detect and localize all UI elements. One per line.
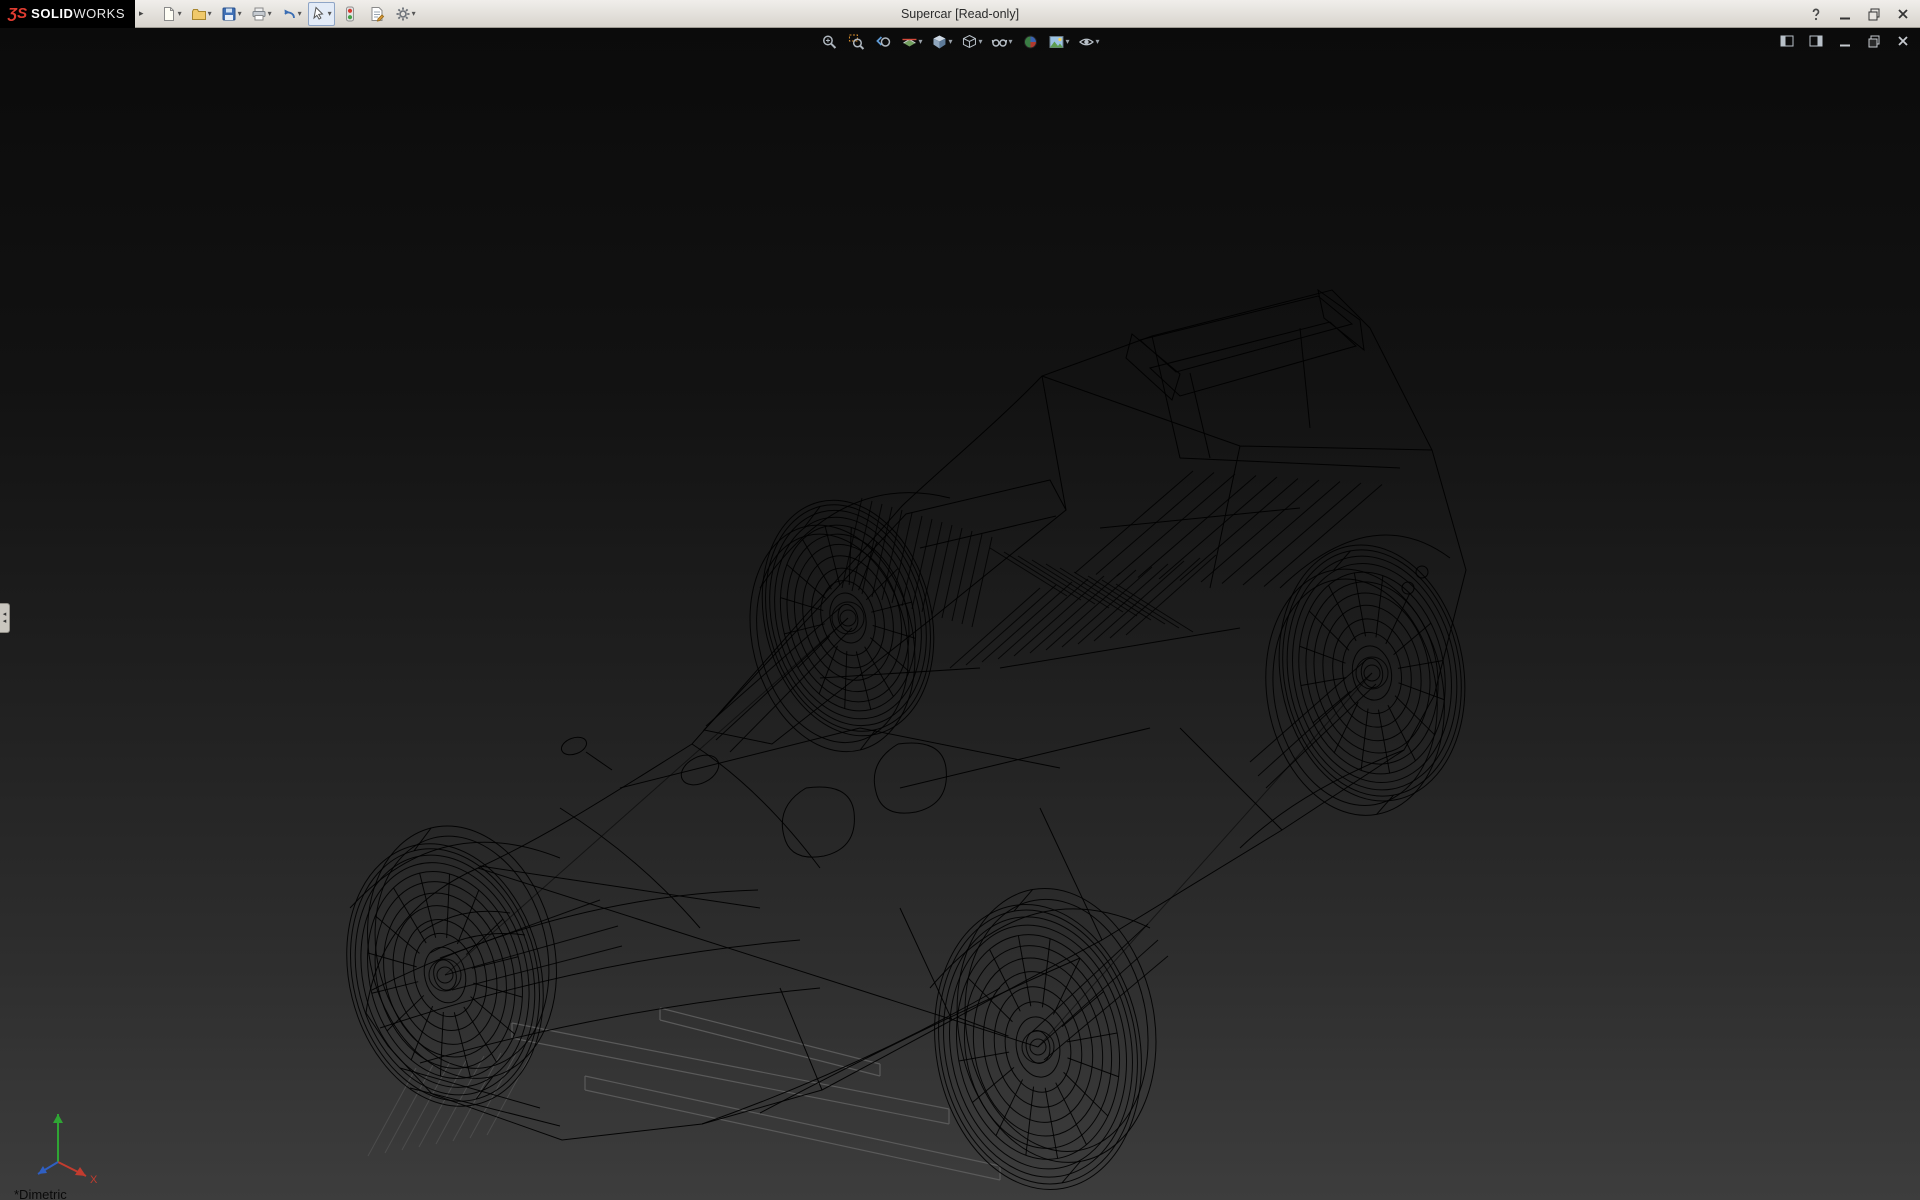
orientation-triad: X: [16, 1100, 100, 1184]
wheels: [317, 482, 1487, 1200]
view-settings-dropdown-caret[interactable]: ▾: [1096, 38, 1100, 46]
titlebar: ƷS SOLIDWORKS ▸ ▾ ▾ ▾ ▾ ▾ ▾ ▾ Supercar [Read-o…: [0, 0, 1920, 28]
doc-restore-button[interactable]: [1863, 32, 1885, 50]
wheel: [911, 873, 1182, 1200]
save-dropdown-caret[interactable]: ▾: [238, 10, 242, 18]
new-document-button[interactable]: ▾: [158, 2, 185, 26]
apply-scene-dropdown-caret[interactable]: ▾: [1066, 38, 1070, 46]
options-dropdown-caret[interactable]: ▾: [412, 10, 416, 18]
logo-text-solid: SOLID: [31, 6, 73, 21]
open-document-button[interactable]: ▾: [188, 2, 215, 26]
view-orientation-button[interactable]: ▾: [928, 31, 955, 53]
view-orientation-label: *Dimetric: [14, 1187, 67, 1200]
section-view-dropdown-caret[interactable]: ▾: [918, 38, 922, 46]
display-style-icon: [961, 34, 977, 50]
zoom-to-area-icon: [848, 34, 864, 50]
print-dropdown-caret[interactable]: ▾: [268, 10, 272, 18]
previous-view-icon: [875, 34, 891, 50]
zoom-to-fit-icon: [821, 34, 837, 50]
save-icon: [221, 6, 237, 22]
wheel: [722, 482, 960, 769]
triad-x-label: X: [90, 1174, 98, 1184]
close-button[interactable]: [1892, 4, 1914, 24]
doc-minimize-button[interactable]: [1834, 32, 1856, 50]
edit-appearance-icon: [1023, 34, 1039, 50]
options-icon: [395, 6, 411, 22]
print-button[interactable]: ▾: [248, 2, 275, 26]
wheel: [317, 806, 588, 1128]
chassis-rails: [368, 1008, 1000, 1180]
options-button[interactable]: ▾: [392, 2, 419, 26]
section-view-icon: [901, 34, 917, 50]
file-properties-button[interactable]: [365, 2, 389, 26]
headsup-view-toolbar: ▾ ▾ ▾ ▾ ▾ ▾: [817, 31, 1102, 53]
doc-minimize-icon: [1837, 33, 1853, 49]
new-document-icon: [161, 6, 177, 22]
zoom-to-fit-button[interactable]: [817, 31, 841, 53]
dassault-systemes-icon: ƷS: [8, 5, 27, 22]
select-icon: [311, 6, 327, 22]
minimize-icon: [1837, 6, 1853, 22]
apply-scene-icon: [1049, 34, 1065, 50]
display-style-dropdown-caret[interactable]: ▾: [978, 38, 982, 46]
restore-icon: [1866, 6, 1882, 22]
undo-icon: [281, 6, 297, 22]
document-window-controls: [1776, 32, 1914, 50]
collapse-arrow-icon: ◂: [3, 611, 7, 618]
previous-view-button[interactable]: [871, 31, 895, 53]
window-title: Supercar [Read-only]: [901, 7, 1019, 21]
save-button[interactable]: ▾: [218, 2, 245, 26]
hide-show-items-button[interactable]: ▾: [989, 31, 1016, 53]
edit-appearance-button[interactable]: [1019, 31, 1043, 53]
doc-restore-icon: [1866, 33, 1882, 49]
view-settings-icon: [1079, 34, 1095, 50]
open-document-icon: [191, 6, 207, 22]
undo-dropdown-caret[interactable]: ▾: [298, 10, 302, 18]
doc-close-icon: [1895, 33, 1911, 49]
rebuild-icon: [342, 6, 358, 22]
apply-scene-button[interactable]: ▾: [1046, 31, 1073, 53]
select-dropdown-caret[interactable]: ▾: [328, 10, 332, 18]
pane-left-button[interactable]: [1776, 32, 1798, 50]
undo-button[interactable]: ▾: [278, 2, 305, 26]
zoom-to-area-button[interactable]: [844, 31, 868, 53]
help-button[interactable]: [1805, 4, 1827, 24]
help-icon: [1808, 6, 1824, 22]
restore-button[interactable]: [1863, 4, 1885, 24]
logo-text-works: WORKS: [73, 6, 125, 21]
view-orientation-dropdown-caret[interactable]: ▾: [948, 38, 952, 46]
hide-show-items-icon: [992, 34, 1008, 50]
doc-close-button[interactable]: [1892, 32, 1914, 50]
pane-right-icon: [1808, 33, 1824, 49]
file-properties-icon: [369, 6, 385, 22]
solidworks-logo[interactable]: ƷS SOLIDWORKS: [0, 0, 135, 28]
collapse-arrow-icon: ◂: [3, 618, 7, 625]
menu-flyout-arrow-icon[interactable]: ▸: [139, 8, 144, 19]
pane-right-button[interactable]: [1805, 32, 1827, 50]
select-button[interactable]: ▾: [308, 2, 335, 26]
menubar-toolbar: ▾ ▾ ▾ ▾ ▾ ▾ ▾: [158, 2, 419, 26]
wireframe-car-model[interactable]: [0, 28, 1920, 1200]
graphics-viewport[interactable]: ▾ ▾ ▾ ▾ ▾ ▾ ◂ ◂ X *Dimetric: [0, 28, 1920, 1200]
new-document-dropdown-caret[interactable]: ▾: [178, 10, 182, 18]
hide-show-items-dropdown-caret[interactable]: ▾: [1009, 38, 1013, 46]
window-controls: [1805, 0, 1914, 28]
minimize-button[interactable]: [1834, 4, 1856, 24]
view-settings-button[interactable]: ▾: [1076, 31, 1103, 53]
display-style-button[interactable]: ▾: [958, 31, 985, 53]
pane-left-icon: [1779, 33, 1795, 49]
featuremanager-collapse-tab[interactable]: ◂ ◂: [0, 603, 10, 633]
open-document-dropdown-caret[interactable]: ▾: [208, 10, 212, 18]
rebuild-button[interactable]: [338, 2, 362, 26]
view-orientation-icon: [931, 34, 947, 50]
close-icon: [1895, 6, 1911, 22]
print-icon: [251, 6, 267, 22]
section-view-button[interactable]: ▾: [898, 31, 925, 53]
